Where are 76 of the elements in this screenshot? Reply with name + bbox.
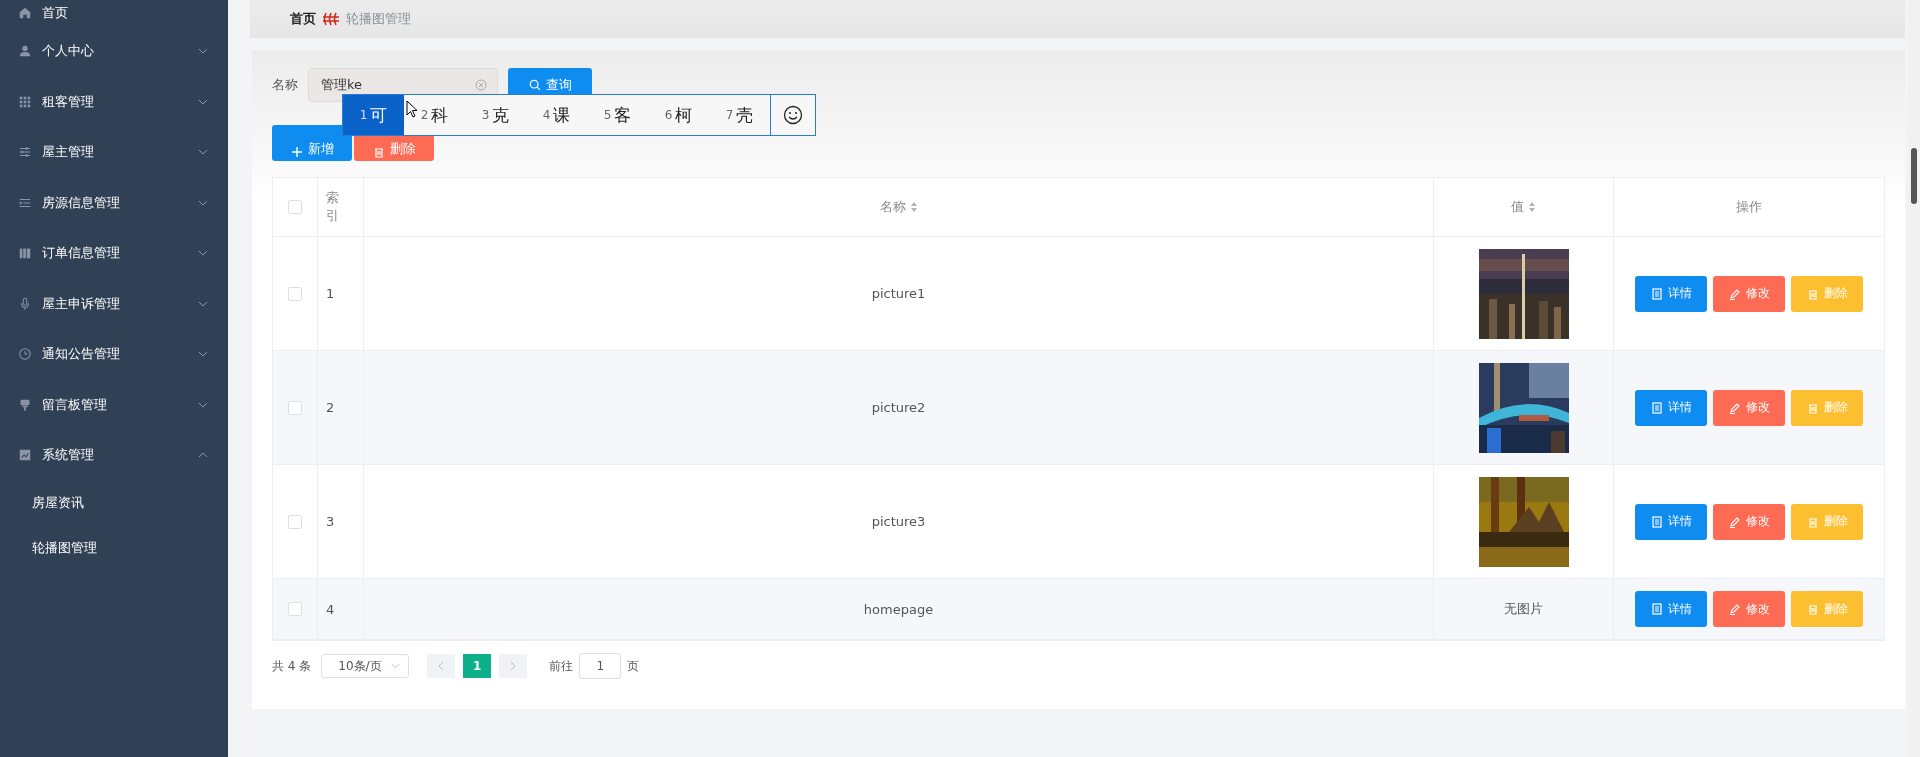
pencil-icon	[1728, 515, 1741, 528]
chevron-right-icon	[510, 661, 517, 671]
table-cell: 4	[326, 601, 335, 617]
chevron-left-icon	[438, 661, 445, 671]
plus-icon	[290, 146, 303, 158]
sidebar-item[interactable]: 屋主管理	[0, 127, 228, 178]
pencil-icon	[1728, 603, 1741, 615]
trash-icon	[1806, 287, 1819, 300]
ime-candidate[interactable]: 7 壳	[709, 95, 770, 135]
table-cell: 2	[326, 400, 335, 415]
column-header: 索引	[326, 188, 339, 225]
sidebar-item[interactable]: 首页	[0, 0, 228, 26]
separator-icon	[322, 12, 340, 26]
document-icon	[1650, 287, 1663, 300]
pencil-icon	[1728, 401, 1741, 414]
row-checkbox[interactable]	[288, 514, 302, 529]
search-icon	[528, 79, 541, 91]
trash-icon	[372, 146, 385, 158]
person-icon	[18, 44, 32, 59]
column-header: 操作	[1736, 198, 1762, 216]
document-icon	[1650, 401, 1663, 414]
field-label: 名称	[272, 76, 298, 94]
table-cell: picture2	[871, 400, 926, 415]
sidebar-subitem[interactable]: 轮播图管理	[0, 525, 228, 571]
sidebar-item[interactable]: 留言板管理	[0, 379, 228, 430]
page-suffix: 页	[627, 657, 640, 675]
sort-icon[interactable]	[1528, 201, 1536, 213]
chart-icon	[18, 246, 32, 261]
row-checkbox[interactable]	[288, 286, 302, 301]
total-count: 共 4 条	[272, 657, 312, 675]
table-cell: picture1	[871, 286, 926, 301]
grid-icon	[18, 94, 32, 109]
document-icon	[1650, 603, 1663, 615]
page-size-select[interactable]: 10条/页	[321, 654, 410, 678]
stamp-icon	[18, 397, 32, 412]
table-cell: picture3	[871, 514, 926, 529]
sidebar-subitem[interactable]: 房屋资讯	[0, 480, 228, 526]
goto-label: 前往	[549, 657, 574, 675]
sidebar-item[interactable]: 通知公告管理	[0, 329, 228, 380]
select-all-checkbox[interactable]	[288, 200, 302, 214]
home-icon	[18, 6, 32, 20]
sidebar-item[interactable]: 房源信息管理	[0, 177, 228, 228]
column-header[interactable]: 值	[1511, 198, 1524, 216]
clock-icon	[18, 347, 32, 362]
clear-icon[interactable]	[475, 79, 487, 91]
sidebar-item[interactable]: 屋主申诉管理	[0, 278, 228, 329]
table-cell: 3	[326, 514, 335, 529]
sidebar-item[interactable]: 系统管理	[0, 430, 228, 481]
mouse-pointer-icon	[406, 100, 418, 118]
smiley-icon	[783, 105, 803, 125]
ime-candidate[interactable]: 6 柯	[648, 95, 709, 135]
page-input[interactable]: 1	[579, 653, 622, 679]
sidebar-item[interactable]: 订单信息管理	[0, 228, 228, 279]
table-cell: 1	[326, 286, 335, 301]
pencil-icon	[1728, 287, 1741, 300]
trash-icon	[1806, 401, 1819, 414]
scrollbar[interactable]	[1908, 0, 1920, 757]
trend-icon	[18, 448, 32, 463]
breadcrumb-link[interactable]: 首页	[290, 10, 316, 28]
chevron-down-icon	[391, 663, 401, 669]
sliders-icon	[18, 145, 32, 160]
sidebar-item[interactable]: 个人中心	[0, 26, 228, 77]
previous-page-button[interactable]	[427, 654, 456, 678]
table-cell: homepage	[863, 601, 934, 617]
row-checkbox[interactable]	[288, 602, 302, 616]
row-checkbox[interactable]	[288, 400, 302, 415]
ime-candidate[interactable]: 1 可	[343, 95, 404, 135]
next-page-button[interactable]	[499, 654, 528, 678]
trash-icon	[1806, 603, 1819, 615]
table-cell: 无图片	[1504, 600, 1543, 618]
column-header[interactable]: 名称	[879, 198, 906, 216]
sidebar-item[interactable]: 租客管理	[0, 76, 228, 127]
document-icon	[1650, 515, 1663, 528]
microphone-icon	[18, 296, 32, 311]
trash-icon	[1806, 515, 1819, 528]
sort-icon[interactable]	[909, 201, 918, 213]
